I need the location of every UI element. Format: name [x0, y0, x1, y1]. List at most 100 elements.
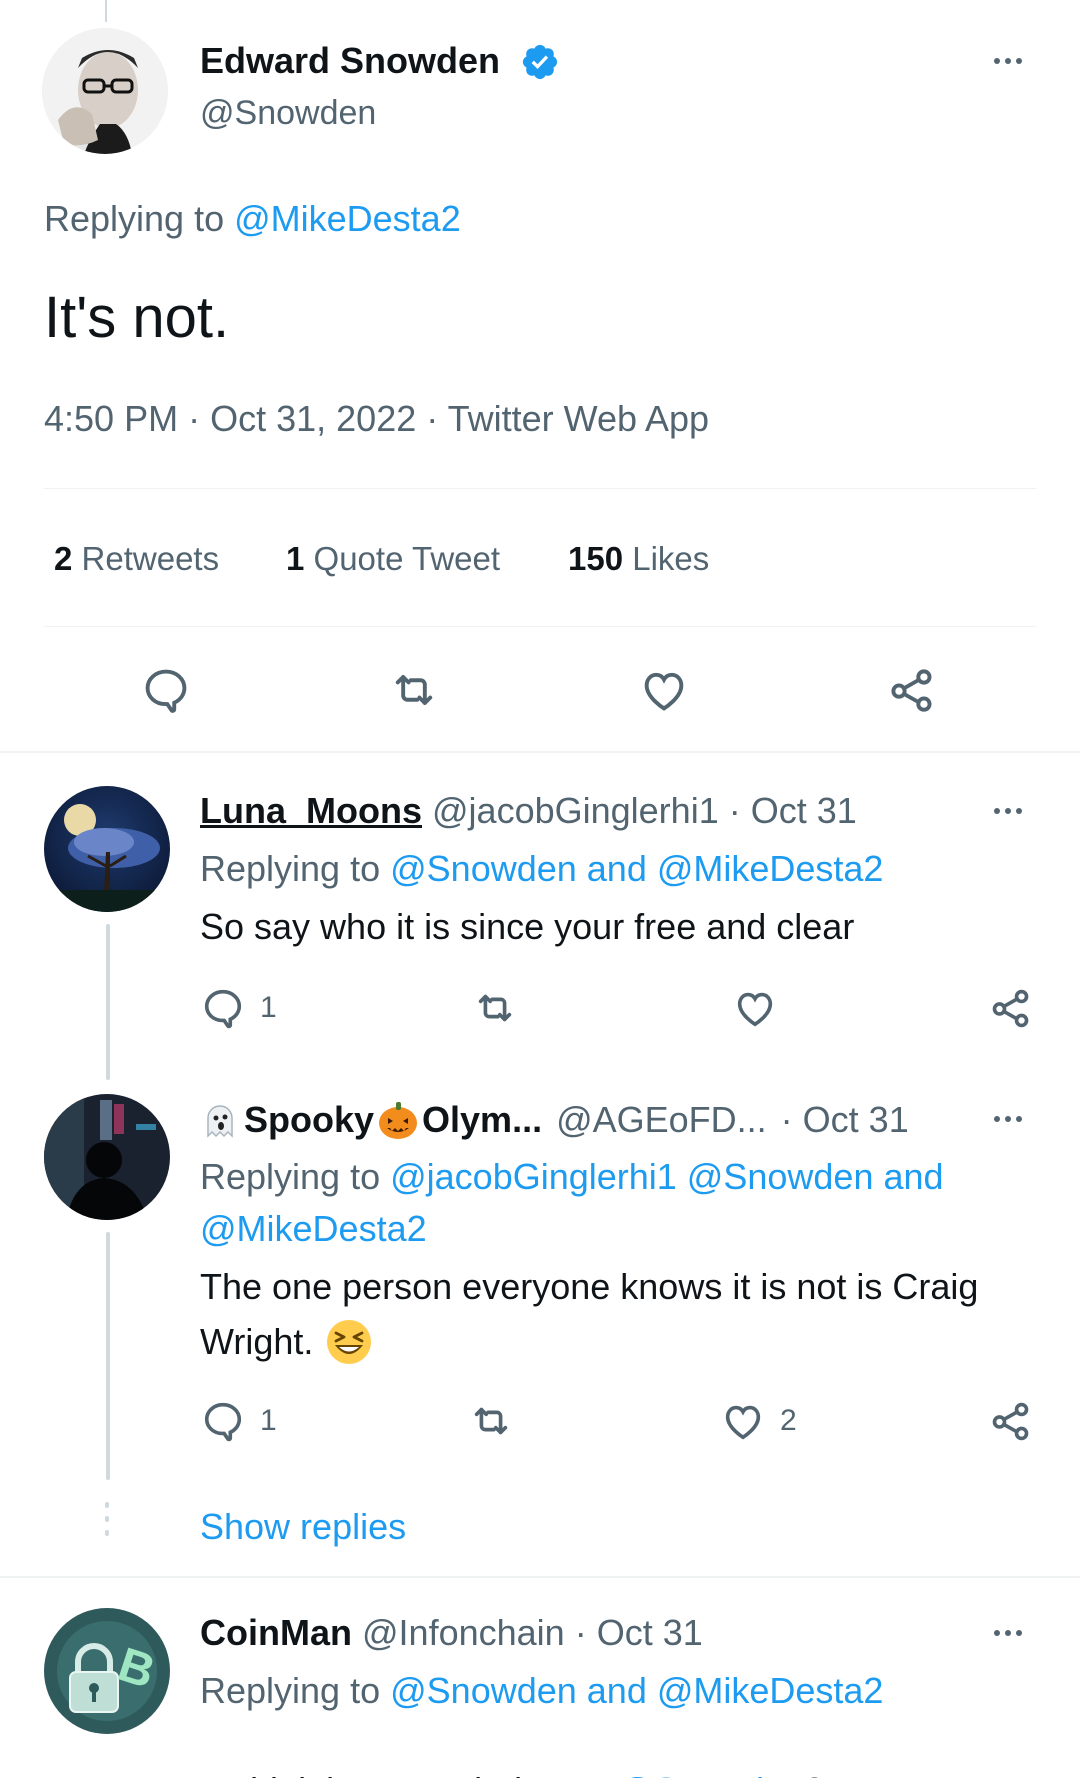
replying-prefix: Replying to: [200, 848, 391, 889]
reply-text-line2: Wright.: [200, 1321, 314, 1362]
replying-to-link[interactable]: @MikeDesta2: [234, 198, 461, 239]
reply-text: So say who it is since your free and cle…: [200, 906, 855, 947]
retweets-stat[interactable]: 2 Retweets: [54, 540, 219, 578]
share-button[interactable]: [886, 664, 938, 716]
retweet-icon: [478, 994, 512, 1022]
reply-icon: [204, 1402, 242, 1442]
separator: ·: [728, 790, 741, 831]
reply-button[interactable]: [140, 664, 192, 716]
replying-to-line: Replying to @Snowden and @MikeDesta2: [200, 1670, 883, 1712]
separator: ·: [574, 1612, 587, 1653]
share-button[interactable]: [988, 985, 1034, 1031]
replying-prefix: Replying to: [200, 1156, 391, 1197]
more-icon[interactable]: [994, 58, 1022, 64]
reply-text-line1: The one person everyone knows it is not …: [200, 1266, 979, 1307]
replying-to-link[interactable]: @Snowden and @MikeDesta2: [390, 1670, 883, 1711]
divider: [0, 751, 1080, 753]
reply-author-name-part1[interactable]: Spooky: [244, 1099, 374, 1141]
more-icon[interactable]: [994, 1116, 1022, 1122]
reply-author-name[interactable]: Luna_Moons: [200, 790, 422, 831]
more-icon[interactable]: [994, 1630, 1022, 1636]
retweet-button[interactable]: [388, 664, 440, 716]
tweet-date[interactable]: Oct 31, 2022: [210, 398, 416, 439]
retweet-icon: [395, 675, 433, 705]
like-icon: [644, 672, 684, 711]
retweet-button[interactable]: [468, 1398, 514, 1444]
likes-label: Likes: [632, 540, 710, 577]
thread-line: [106, 924, 110, 1080]
avatar-coinman[interactable]: B: [44, 1608, 170, 1734]
reply-author-handle[interactable]: @jacobGinglerhi1: [432, 790, 719, 831]
like-button[interactable]: [638, 664, 690, 716]
like-button[interactable]: 2: [720, 1398, 797, 1444]
share-icon: [992, 989, 1029, 1028]
reply-header: Luna_Moons @jacobGinglerhi1 · Oct 31: [200, 790, 857, 832]
separator: ·: [426, 398, 439, 439]
thread-dots: [105, 1502, 109, 1536]
reply-icon: [145, 669, 187, 713]
quotes-label: Quote Tweet: [313, 540, 501, 577]
retweets-label: Retweets: [81, 540, 220, 577]
reply-date[interactable]: Oct 31: [751, 790, 857, 831]
avatar-spooky[interactable]: [44, 1094, 170, 1220]
author-name[interactable]: Edward Snowden: [200, 40, 500, 82]
separator: ·: [780, 1099, 793, 1140]
avatar-edward-snowden[interactable]: [42, 28, 168, 154]
share-button[interactable]: [988, 1398, 1034, 1444]
reply-header: Spooky Olym... @AGEoFD... · Oct 31: [200, 1098, 909, 1142]
like-button[interactable]: [732, 985, 778, 1031]
like-icon: [725, 1405, 761, 1440]
retweets-count: 2: [54, 540, 73, 577]
tweet-metadata: 4:50 PM · Oct 31, 2022 · Twitter Web App: [44, 398, 709, 440]
likes-stat[interactable]: 150 Likes: [568, 540, 709, 578]
reply-count: 1: [260, 991, 277, 1024]
reply-author-name[interactable]: CoinMan: [200, 1612, 352, 1653]
quotes-stat[interactable]: 1 Quote Tweet: [286, 540, 500, 578]
verified-badge-icon: [520, 42, 560, 87]
show-replies-link[interactable]: Show replies: [200, 1506, 406, 1548]
reply-text-prefix: I think it was Hal Finney.: [220, 1770, 617, 1778]
share-icon: [891, 669, 932, 712]
thread-connector-top: [105, 0, 107, 22]
more-icon[interactable]: [994, 808, 1022, 814]
replying-to-line: Replying to @Snowden and @MikeDesta2: [200, 848, 883, 890]
replying-to-line: Replying to @jacobGinglerhi1 @Snowden an…: [200, 1156, 944, 1198]
replying-to-link[interactable]: @jacobGinglerhi1 @Snowden and: [390, 1156, 943, 1197]
laughing-emoji: [325, 1318, 373, 1366]
reply-header: CoinMan @Infonchain · Oct 31: [200, 1612, 703, 1654]
reply-date[interactable]: Oct 31: [803, 1099, 909, 1141]
retweet-icon: [474, 1407, 508, 1435]
share-icon: [992, 1402, 1029, 1441]
reply-text-line2-container: Wright.: [200, 1318, 373, 1366]
tweet-source[interactable]: Twitter Web App: [448, 398, 709, 439]
reply-text-suffix: ?: [804, 1770, 824, 1778]
reply-author-handle[interactable]: @Infonchain: [362, 1612, 565, 1653]
like-count: 2: [780, 1404, 797, 1437]
reply-count: 1: [260, 1404, 277, 1437]
divider: [44, 626, 1036, 627]
mention-link[interactable]: @Snowden: [618, 1770, 805, 1778]
thread-line: [106, 1232, 110, 1480]
replying-to-link[interactable]: @Snowden and @MikeDesta2: [390, 848, 883, 889]
retweet-button[interactable]: [472, 985, 518, 1031]
like-icon: [737, 992, 773, 1027]
tweet-time[interactable]: 4:50 PM: [44, 398, 178, 439]
replying-prefix: Replying to: [200, 1670, 391, 1711]
pumpkin-emoji: [376, 1098, 420, 1142]
divider: [0, 1576, 1080, 1578]
reply-author-handle[interactable]: @AGEoFD...: [556, 1099, 767, 1141]
likes-count: 150: [568, 540, 624, 577]
reply-button[interactable]: 1: [200, 1398, 277, 1444]
replying-to-link[interactable]: @MikeDesta2: [200, 1208, 427, 1250]
ghost-emoji: [200, 1100, 240, 1140]
author-handle[interactable]: @Snowden: [200, 94, 376, 133]
replying-prefix: Replying to: [44, 198, 235, 239]
reply-date[interactable]: Oct 31: [597, 1612, 703, 1653]
replying-to-line: Replying to @MikeDesta2: [44, 198, 461, 240]
divider: [44, 488, 1036, 489]
avatar-luna-moons[interactable]: [44, 786, 170, 912]
reply-text: I think it was Hal Finney. @Snowden?: [200, 1728, 824, 1778]
reply-button[interactable]: 1: [200, 985, 277, 1031]
quotes-count: 1: [286, 540, 305, 577]
reply-author-name-part2[interactable]: Olym...: [422, 1099, 542, 1141]
